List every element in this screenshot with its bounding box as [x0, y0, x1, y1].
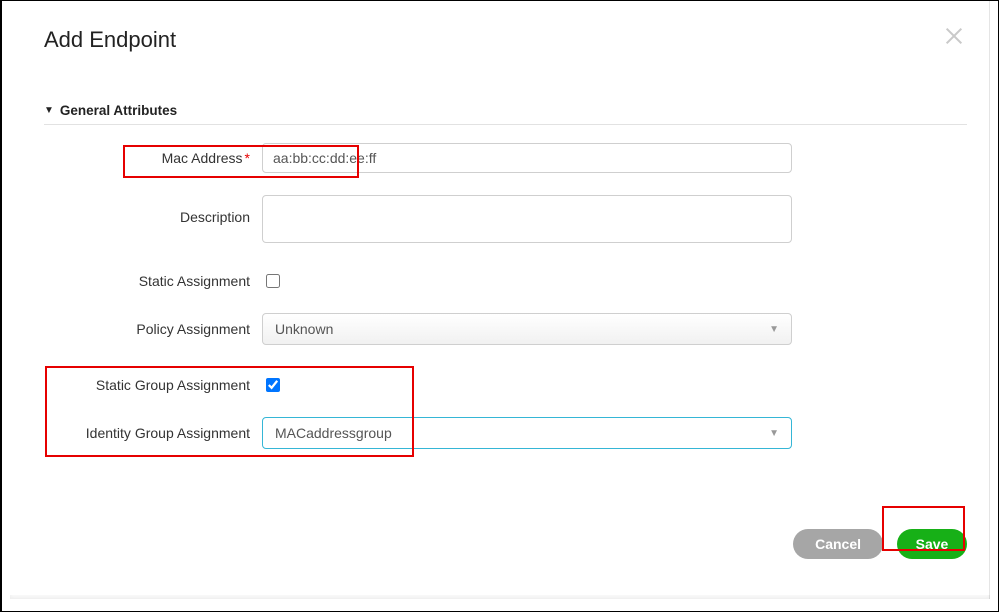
add-endpoint-modal: Add Endpoint ▼ General Attributes Mac Ad…: [10, 1, 990, 599]
row-identity-group-assignment: Identity Group Assignment MACaddressgrou…: [44, 417, 967, 449]
page-title: Add Endpoint: [44, 27, 967, 53]
identity-group-assignment-value: MACaddressgroup: [275, 425, 392, 441]
chevron-down-icon: ▼: [769, 428, 779, 439]
footer-buttons: Cancel Save: [793, 529, 967, 559]
caret-down-icon: ▼: [44, 105, 54, 116]
policy-assignment-select[interactable]: Unknown ▼: [262, 313, 792, 345]
static-assignment-label: Static Assignment: [44, 273, 262, 289]
static-group-assignment-checkbox[interactable]: [266, 378, 280, 392]
section-label: General Attributes: [60, 103, 177, 118]
cancel-button[interactable]: Cancel: [793, 529, 883, 559]
row-policy-assignment: Policy Assignment Unknown ▼: [44, 313, 967, 345]
mac-address-label: Mac Address*: [44, 150, 262, 166]
save-button[interactable]: Save: [897, 529, 967, 559]
identity-group-assignment-select[interactable]: MACaddressgroup ▼: [262, 417, 792, 449]
row-mac-address: Mac Address*: [44, 143, 967, 173]
description-label: Description: [44, 195, 262, 225]
section-header[interactable]: ▼ General Attributes: [44, 103, 967, 125]
close-icon[interactable]: [943, 25, 965, 52]
row-static-group-assignment: Static Group Assignment: [44, 375, 967, 395]
static-assignment-checkbox[interactable]: [266, 274, 280, 288]
chevron-down-icon: ▼: [769, 324, 779, 335]
description-input[interactable]: [262, 195, 792, 243]
row-description: Description: [44, 195, 967, 243]
policy-assignment-value: Unknown: [275, 321, 333, 337]
static-group-assignment-label: Static Group Assignment: [44, 377, 262, 393]
mac-address-input[interactable]: [262, 143, 792, 173]
policy-assignment-label: Policy Assignment: [44, 321, 262, 337]
identity-group-assignment-label: Identity Group Assignment: [44, 425, 262, 441]
row-static-assignment: Static Assignment: [44, 271, 967, 291]
shadow-divider: [10, 595, 990, 599]
